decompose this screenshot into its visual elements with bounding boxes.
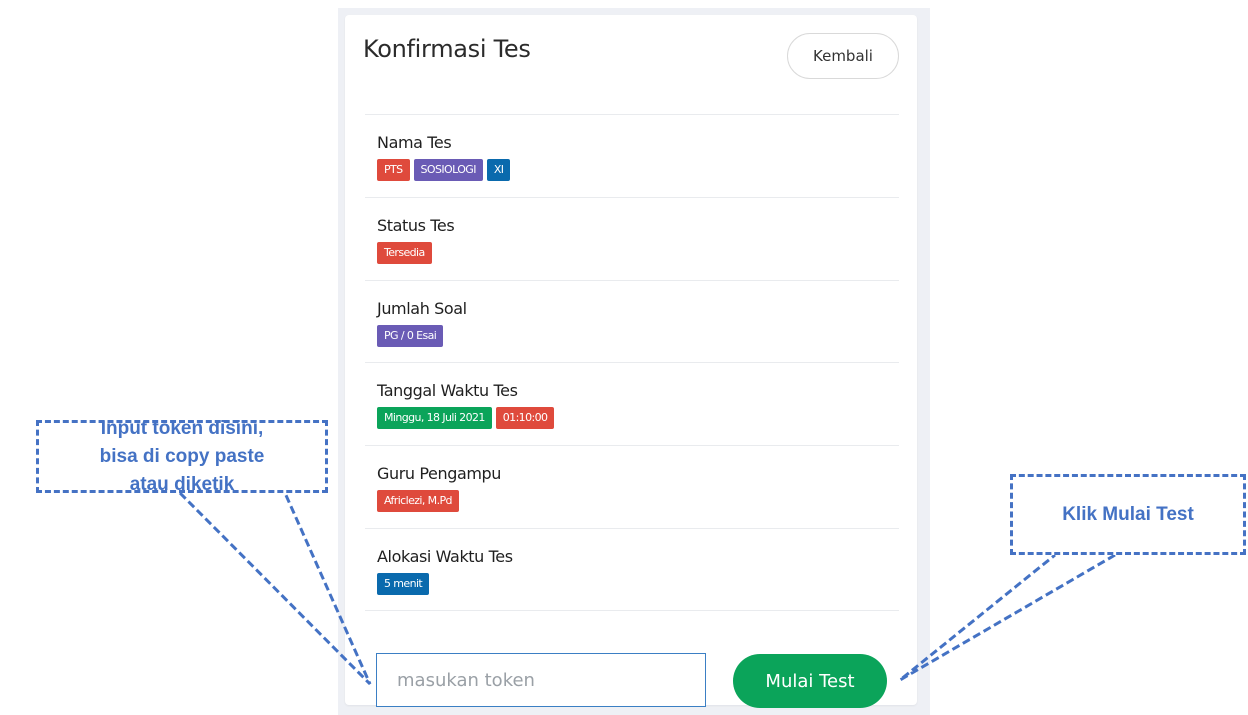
start-test-button[interactable]: Mulai Test xyxy=(733,654,887,708)
info-row-test-status: Status Tes Tersedia xyxy=(377,216,897,264)
row-label: Status Tes xyxy=(377,216,455,235)
start-instruction-callout: Klik Mulai Test xyxy=(1010,474,1246,555)
badge-group: 5 menit xyxy=(377,573,897,595)
right-callout-pointer xyxy=(899,553,1116,682)
badge-teacher: Africlezi, M.Pd xyxy=(377,490,459,512)
info-row-test-datetime: Tanggal Waktu Tes Minggu, 18 Juli 2021 0… xyxy=(377,381,897,429)
badge-date: Minggu, 18 Juli 2021 xyxy=(377,407,492,429)
badge-subject: SOSIOLOGI xyxy=(413,159,483,181)
divider xyxy=(365,445,899,446)
info-row-teacher: Guru Pengampu Africlezi, M.Pd xyxy=(377,464,897,512)
badge-group: PG / 0 Esai xyxy=(377,325,897,347)
divider xyxy=(365,610,899,611)
divider xyxy=(365,528,899,529)
callout-line: bisa di copy paste xyxy=(99,445,265,467)
badge-time: 01:10:00 xyxy=(495,407,555,429)
row-label: Jumlah Soal xyxy=(377,299,467,318)
token-input[interactable] xyxy=(376,653,706,707)
info-row-question-count: Jumlah Soal PG / 0 Esai xyxy=(377,299,897,347)
badge-group: PTS SOSIOLOGI XI xyxy=(377,159,897,181)
badge-group: Tersedia xyxy=(377,242,897,264)
badge-class: XI xyxy=(486,159,511,181)
token-instruction-callout: Input token disini, bisa di copy paste a… xyxy=(36,418,328,495)
badge-duration: 5 menit xyxy=(377,573,430,595)
callout-line: Input token disini, xyxy=(100,417,264,439)
badge-status: Tersedia xyxy=(377,242,432,264)
divider xyxy=(365,362,899,363)
row-label: Guru Pengampu xyxy=(377,464,502,483)
row-label: Tanggal Waktu Tes xyxy=(377,381,518,400)
callout-line: atau diketik xyxy=(129,473,235,495)
badge-group: Africlezi, M.Pd xyxy=(377,490,897,512)
row-label: Nama Tes xyxy=(377,133,452,152)
divider xyxy=(365,114,899,115)
divider xyxy=(365,197,899,198)
badge-test-type: PTS xyxy=(377,159,410,181)
page-title: Konfirmasi Tes xyxy=(363,35,531,63)
test-confirmation-card: Konfirmasi Tes Kembali Nama Tes PTS SOSI… xyxy=(345,15,917,708)
info-row-time-allocation: Alokasi Waktu Tes 5 menit xyxy=(377,547,897,595)
info-row-test-name: Nama Tes PTS SOSIOLOGI XI xyxy=(377,133,897,181)
badge-group: Minggu, 18 Juli 2021 01:10:00 xyxy=(377,407,897,429)
badge-question-count: PG / 0 Esai xyxy=(377,325,444,347)
divider xyxy=(365,280,899,281)
row-label: Alokasi Waktu Tes xyxy=(377,547,513,566)
back-button[interactable]: Kembali xyxy=(787,33,899,79)
